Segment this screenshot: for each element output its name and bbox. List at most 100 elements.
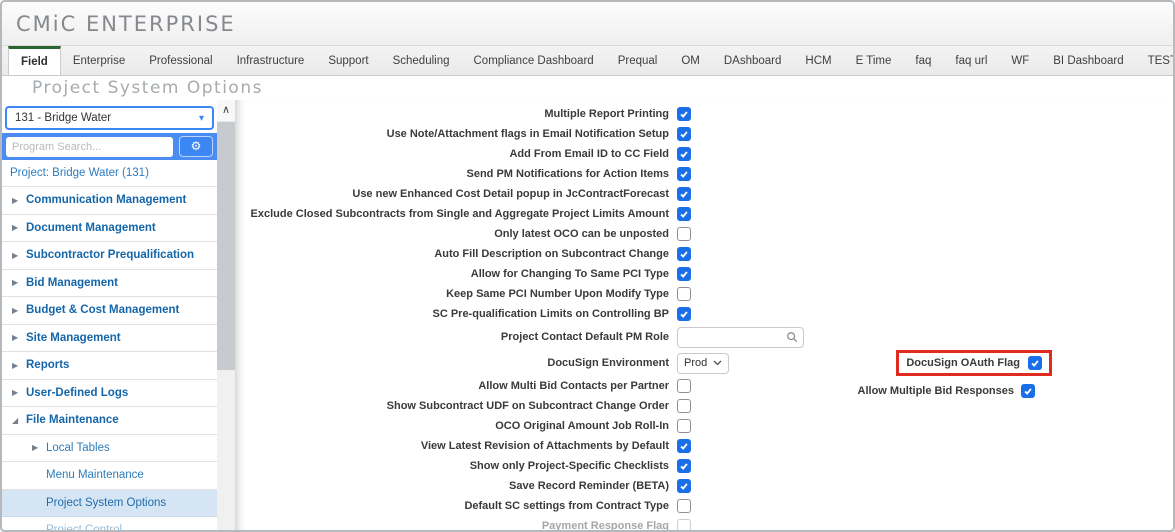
checkbox-save-record-reminder-beta[interactable] xyxy=(677,479,691,493)
project-select-dropdown[interactable]: 131 - Bridge Water ▾ xyxy=(5,106,214,130)
option-row: Only latest OCO can be unposted xyxy=(235,224,1173,244)
tab-e-time[interactable]: E Time xyxy=(844,46,904,75)
tree-collapsed-icon[interactable]: ▶ xyxy=(12,333,26,342)
search-icon xyxy=(787,332,798,343)
tab-wf[interactable]: WF xyxy=(999,46,1041,75)
option-label: Allow Multiple Bid Responses xyxy=(857,385,1014,397)
checkbox-multiple-report-printing[interactable] xyxy=(677,107,691,121)
checkbox-view-latest-revision-of-attachments-by-default[interactable] xyxy=(677,439,691,453)
checkbox-only-latest-oco-can-be-unposted[interactable] xyxy=(677,227,691,241)
sidebar-item-subcontractor-prequalification[interactable]: ▶ Subcontractor Prequalification xyxy=(2,242,217,270)
checkbox-payment-response-flag[interactable] xyxy=(677,519,691,530)
tree-collapsed-icon[interactable]: ▶ xyxy=(12,196,26,205)
scroll-up-button[interactable]: ∧ xyxy=(217,100,235,122)
tab-enterprise[interactable]: Enterprise xyxy=(61,46,137,75)
checkbox-auto-fill-description-on-subcontract-change[interactable] xyxy=(677,247,691,261)
sidebar: 131 - Bridge Water ▾ ⚙ Project: Bridge W… xyxy=(2,100,217,530)
tree-expanded-icon[interactable]: ◢ xyxy=(12,416,26,425)
checkbox-sc-pre-qualification-limits-on-controlling-bp[interactable] xyxy=(677,307,691,321)
sidebar-item-file-maintenance[interactable]: ◢ File Maintenance xyxy=(2,407,217,435)
select-value: Prod xyxy=(684,357,708,369)
tree-collapsed-icon[interactable]: ▶ xyxy=(12,361,26,370)
option-row: Show only Project-Specific Checklists xyxy=(235,456,1173,476)
sidebar-item-project-system-options[interactable]: Project System Options xyxy=(2,489,217,517)
option-row: OCO Original Amount Job Roll-In xyxy=(235,416,1173,436)
sidebar-item-label: Subcontractor Prequalification xyxy=(26,249,195,262)
sidebar-item-document-management[interactable]: ▶ Document Management xyxy=(2,214,217,242)
checkbox-keep-same-pci-number-upon-modify-type[interactable] xyxy=(677,287,691,301)
checkbox-send-pm-notifications-for-action-items[interactable] xyxy=(677,167,691,181)
option-label: Only latest OCO can be unposted xyxy=(494,228,669,240)
checkbox-oco-original-amount-job-roll-in[interactable] xyxy=(677,419,691,433)
sidebar-item-site-management[interactable]: ▶ Site Management xyxy=(2,324,217,352)
sidebar-item-label: File Maintenance xyxy=(26,414,119,427)
sidebar-item-label: Local Tables xyxy=(46,441,110,454)
sidebar-item-user-defined-logs[interactable]: ▶ User-Defined Logs xyxy=(2,379,217,407)
tab-test[interactable]: TEST xyxy=(1136,46,1173,75)
checkbox-add-from-email-id-to-cc-field[interactable] xyxy=(677,147,691,161)
option-label: OCO Original Amount Job Roll-In xyxy=(495,420,669,432)
tab-dashboard[interactable]: DAshboard xyxy=(712,46,794,75)
tab-support[interactable]: Support xyxy=(316,46,380,75)
tab-scheduling[interactable]: Scheduling xyxy=(381,46,462,75)
sidebar-item-reports[interactable]: ▶ Reports xyxy=(2,352,217,380)
sidebar-item-label: Reports xyxy=(26,359,70,372)
tab-professional[interactable]: Professional xyxy=(137,46,224,75)
tab-bi-dashboard[interactable]: BI Dashboard xyxy=(1041,46,1135,75)
project-link[interactable]: Project: Bridge Water (131) xyxy=(2,160,217,187)
gear-icon: ⚙ xyxy=(190,139,202,153)
checkbox-show-only-project-specific-checklists[interactable] xyxy=(677,459,691,473)
option-row: Use new Enhanced Cost Detail popup in Jc… xyxy=(235,184,1173,204)
checkbox-docusign-oauth-flag[interactable] xyxy=(1028,356,1042,370)
tab-faq[interactable]: faq xyxy=(903,46,943,75)
tree-collapsed-icon[interactable]: ▶ xyxy=(32,443,46,452)
sidebar-scrollbar[interactable]: ∧ xyxy=(217,100,235,530)
tab-prequal[interactable]: Prequal xyxy=(606,46,670,75)
option-row: SC Pre-qualification Limits on Controlli… xyxy=(235,304,1173,324)
sidebar-item-local-tables[interactable]: ▶ Local Tables xyxy=(2,434,217,462)
tab-om[interactable]: OM xyxy=(669,46,712,75)
checkbox-exclude-closed-subcontracts-from-single-and-aggregate-project-limits-amount[interactable] xyxy=(677,207,691,221)
check-icon xyxy=(680,443,688,450)
sidebar-item-label: Document Management xyxy=(26,221,156,234)
program-search-input[interactable] xyxy=(6,136,173,157)
option-label: Save Record Reminder (BETA) xyxy=(509,480,669,492)
project-contact-default-pm-role-input[interactable] xyxy=(677,326,804,348)
sidebar-item-budget-cost-management[interactable]: ▶ Budget & Cost Management xyxy=(2,297,217,325)
tab-faq-url[interactable]: faq url xyxy=(943,46,999,75)
option-label: Allow for Changing To Same PCI Type xyxy=(470,268,669,280)
tree-collapsed-icon[interactable]: ▶ xyxy=(12,251,26,260)
option-label: Payment Response Flag xyxy=(541,520,669,530)
tree-collapsed-icon[interactable]: ▶ xyxy=(12,223,26,232)
checkbox-use-note-attachment-flags-in-email-notification-setup[interactable] xyxy=(677,127,691,141)
tree-collapsed-icon[interactable]: ▶ xyxy=(12,306,26,315)
search-settings-button[interactable]: ⚙ xyxy=(179,136,213,157)
tree-collapsed-icon[interactable]: ▶ xyxy=(12,388,26,397)
checkbox-allow-for-changing-to-same-pci-type[interactable] xyxy=(677,267,691,281)
check-icon xyxy=(680,311,688,318)
tab-field[interactable]: Field xyxy=(8,46,61,75)
checkbox-default-sc-settings-from-contract-type[interactable] xyxy=(677,499,691,513)
navigation-tree: ▶ Communication Management ▶ Document Manag… xyxy=(2,187,217,530)
sidebar-item-project-control[interactable]: Project Control xyxy=(2,517,217,530)
option-label: Keep Same PCI Number Upon Modify Type xyxy=(446,288,669,300)
app-window: CMiC ENTERPRISE Field Enterprise Professio… xyxy=(0,0,1175,532)
sidebar-item-label: Budget & Cost Management xyxy=(26,304,180,317)
option-row: Project Contact Default PM Role xyxy=(235,324,1173,350)
checkbox-use-new-enhanced-cost-detail-popup-in-jccontractforecast[interactable] xyxy=(677,187,691,201)
sidebar-item-bid-management[interactable]: ▶ Bid Management xyxy=(2,269,217,297)
sidebar-item-communication-management[interactable]: ▶ Communication Management xyxy=(2,187,217,215)
lookup-button[interactable] xyxy=(786,331,798,343)
tab-hcm[interactable]: HCM xyxy=(793,46,843,75)
tree-collapsed-icon[interactable]: ▶ xyxy=(12,278,26,287)
scrollbar-thumb[interactable] xyxy=(217,122,235,370)
tab-compliance-dashboard[interactable]: Compliance Dashboard xyxy=(462,46,606,75)
checkbox-allow-multiple-bid-responses[interactable] xyxy=(1021,384,1035,398)
checkbox-show-subcontract-udf-on-subcontract-change-order[interactable] xyxy=(677,399,691,413)
option-label: Auto Fill Description on Subcontract Cha… xyxy=(434,248,669,260)
checkbox-allow-multi-bid-contacts-per-partner[interactable] xyxy=(677,379,691,393)
docusign-environment-select[interactable]: Prod xyxy=(677,352,729,374)
sidebar-item-menu-maintenance[interactable]: Menu Maintenance xyxy=(2,462,217,490)
tab-infrastructure[interactable]: Infrastructure xyxy=(225,46,317,75)
check-icon xyxy=(680,151,688,158)
